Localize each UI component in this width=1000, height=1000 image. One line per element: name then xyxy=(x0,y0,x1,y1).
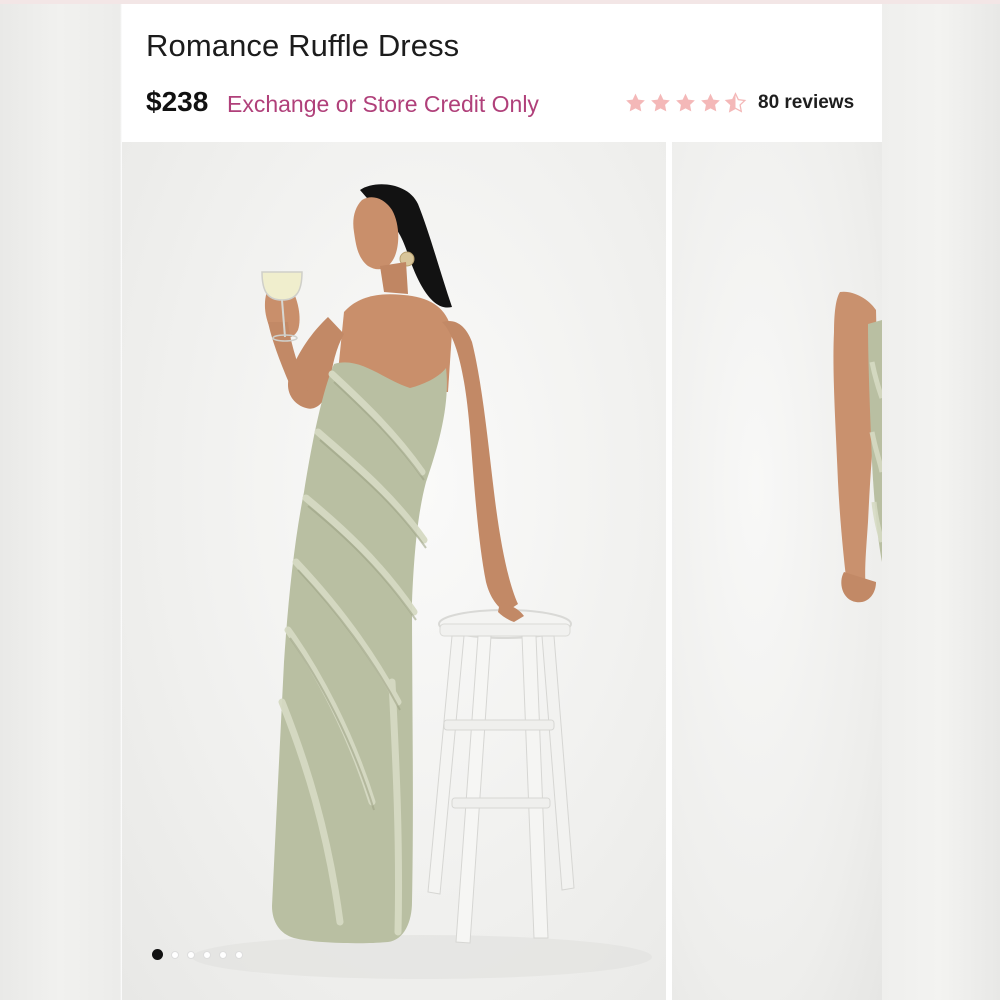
rating[interactable]: 80 reviews xyxy=(624,90,854,116)
gallery-slide-main[interactable] xyxy=(122,142,666,1000)
product-title: Romance Ruffle Dress xyxy=(146,28,460,63)
pagination-dot[interactable] xyxy=(171,950,179,959)
pagination-dot[interactable] xyxy=(187,950,195,959)
return-policy-text: Exchange or Store Credit Only xyxy=(227,91,539,117)
gallery-pagination[interactable] xyxy=(152,949,243,960)
model-photo-side xyxy=(833,291,882,603)
pagination-dot[interactable] xyxy=(203,950,211,959)
gallery-slide-next[interactable] xyxy=(672,142,882,1000)
stool-illustration xyxy=(427,609,575,944)
pagination-dot[interactable] xyxy=(235,950,243,959)
pagination-dot-active[interactable] xyxy=(152,949,163,960)
image-gallery[interactable] xyxy=(122,142,882,1000)
star-icon xyxy=(701,93,720,112)
product-price: $238 xyxy=(146,86,209,117)
star-icon xyxy=(651,93,670,112)
half-star-icon xyxy=(724,92,747,113)
model-photo-front xyxy=(192,184,652,979)
star-rating xyxy=(624,92,747,114)
star-icon xyxy=(626,93,645,112)
pagination-dot[interactable] xyxy=(219,950,227,959)
product-card: Romance Ruffle Dress $238 Exchange or St… xyxy=(122,4,882,1000)
reviews-count-link[interactable]: 80 reviews xyxy=(758,92,854,114)
star-icon xyxy=(676,93,695,112)
